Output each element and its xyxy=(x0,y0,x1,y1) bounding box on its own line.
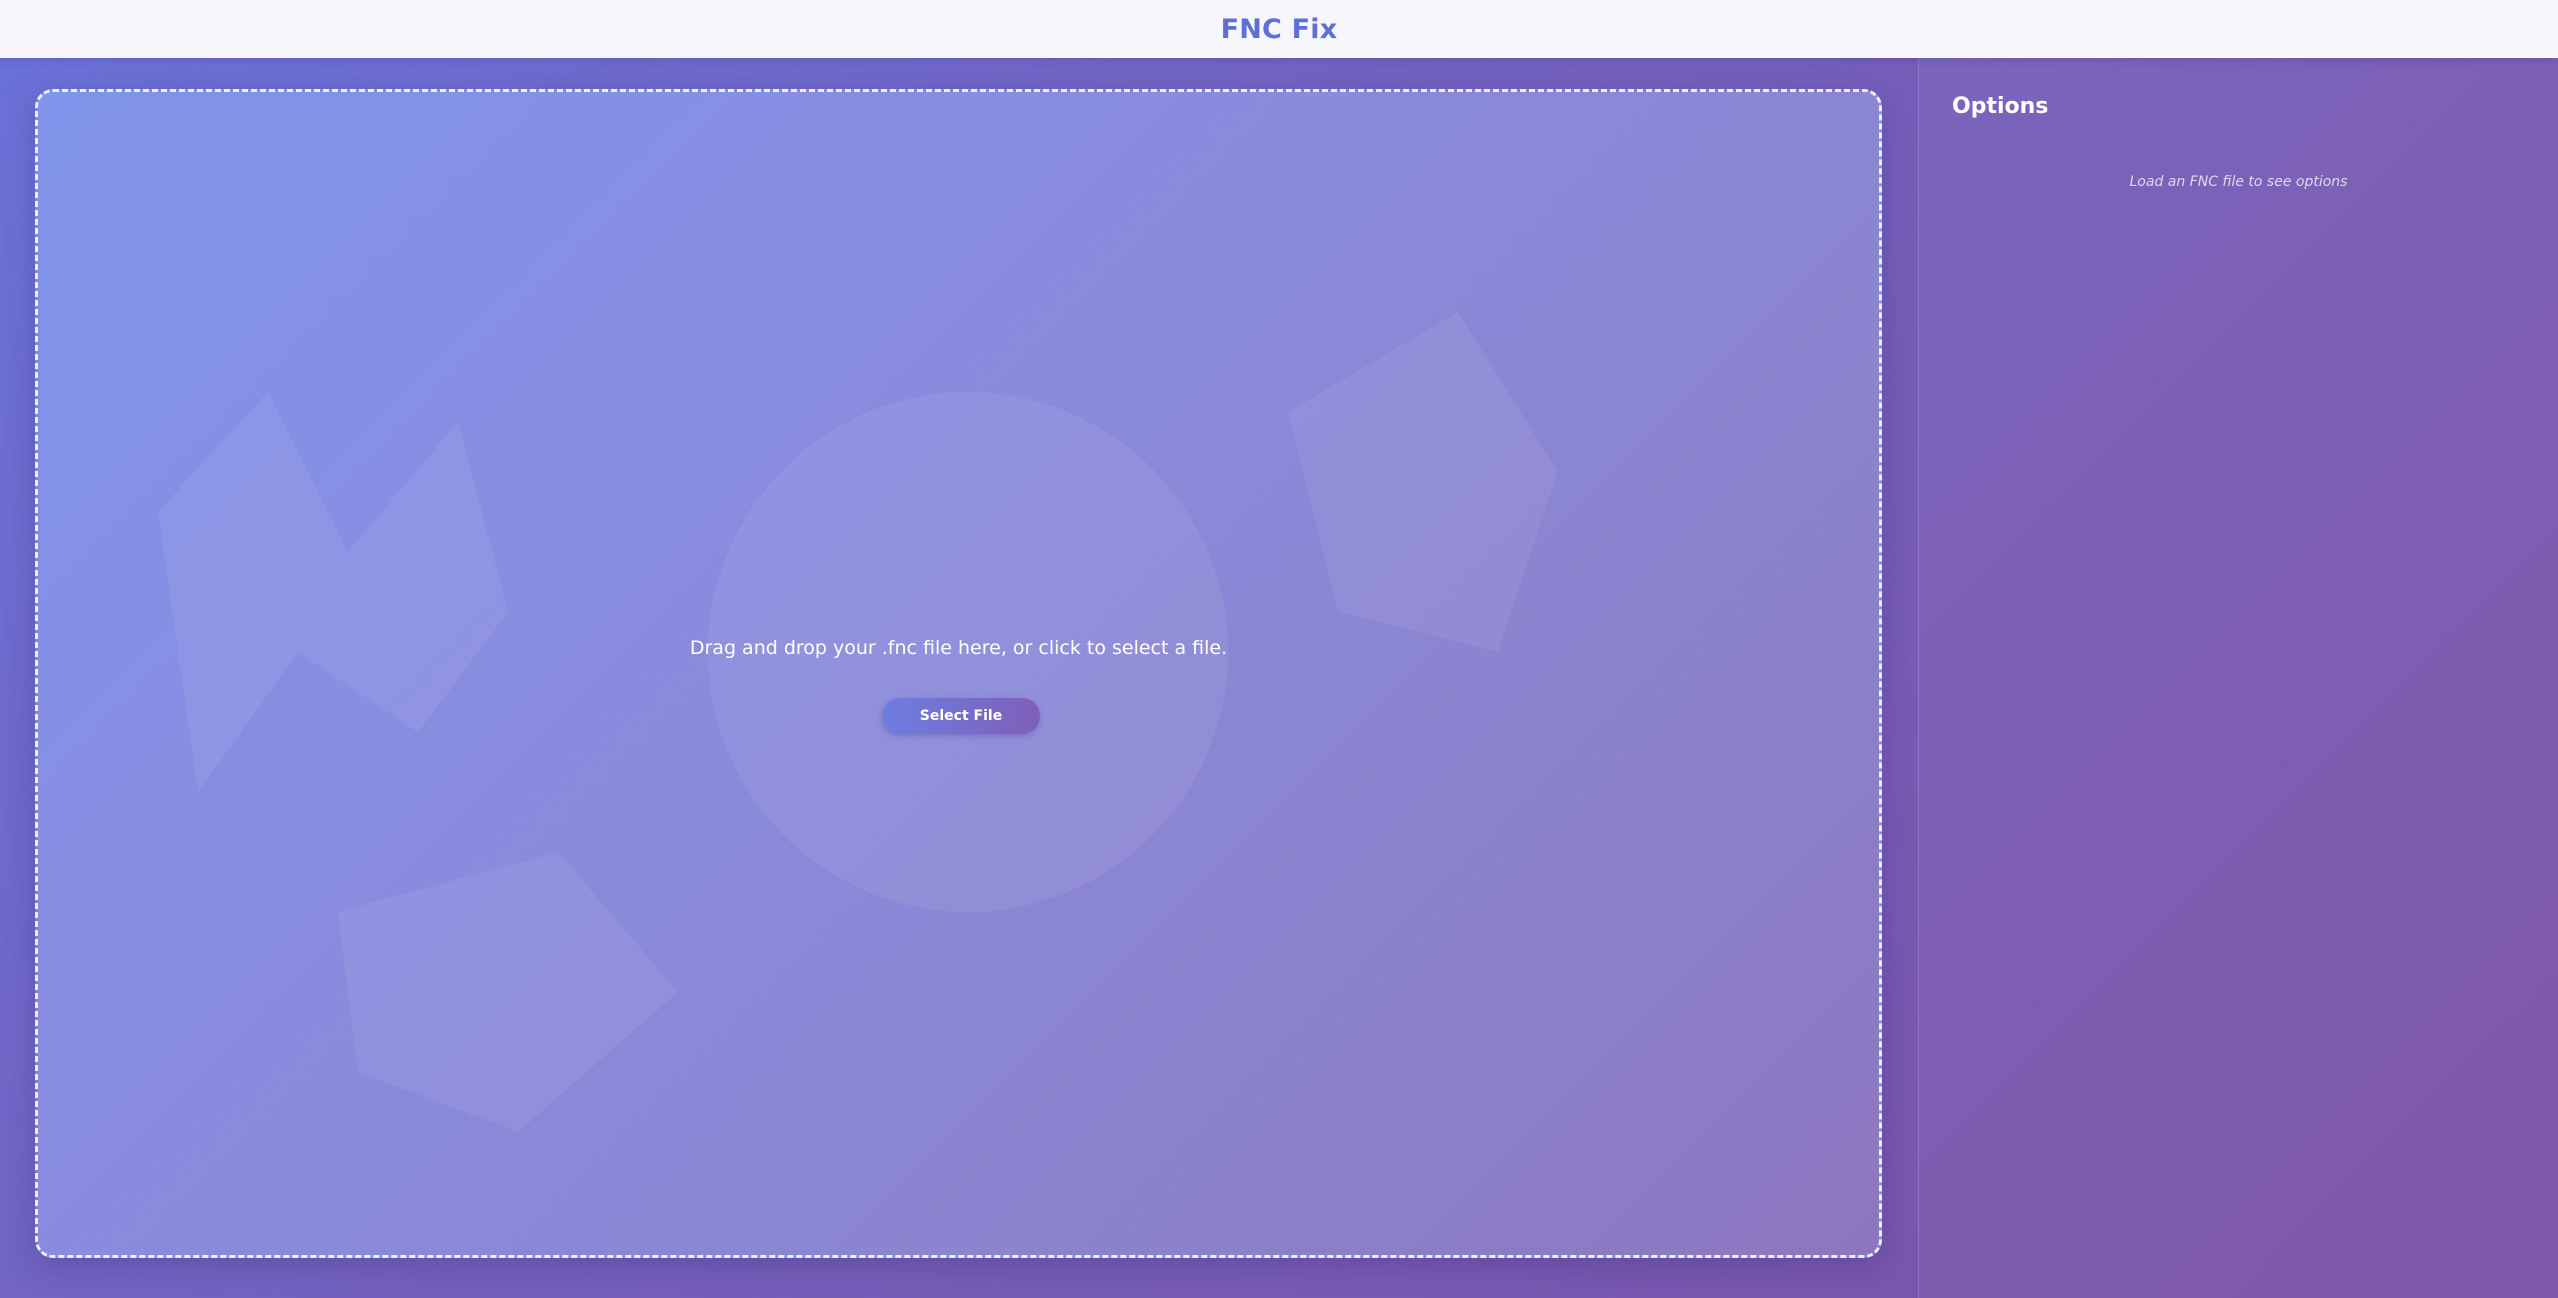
select-file-button[interactable]: Select File xyxy=(882,698,1040,734)
cloud-watermark-icon xyxy=(158,312,1558,1132)
app-title: FNC Fix xyxy=(1220,13,1338,45)
dropzone-instruction: Drag and drop your .fnc file here, or cl… xyxy=(689,637,1228,659)
main-area: Drag and drop your .fnc file here, or cl… xyxy=(0,58,1918,1298)
file-dropzone[interactable]: Drag and drop your .fnc file here, or cl… xyxy=(35,89,1882,1258)
options-empty-message: Load an FNC file to see options xyxy=(2129,174,2348,190)
app-header: FNC Fix xyxy=(0,0,2558,58)
options-sidebar: Options Load an FNC file to see options xyxy=(1918,58,2558,1298)
options-title: Options xyxy=(1952,94,2049,119)
